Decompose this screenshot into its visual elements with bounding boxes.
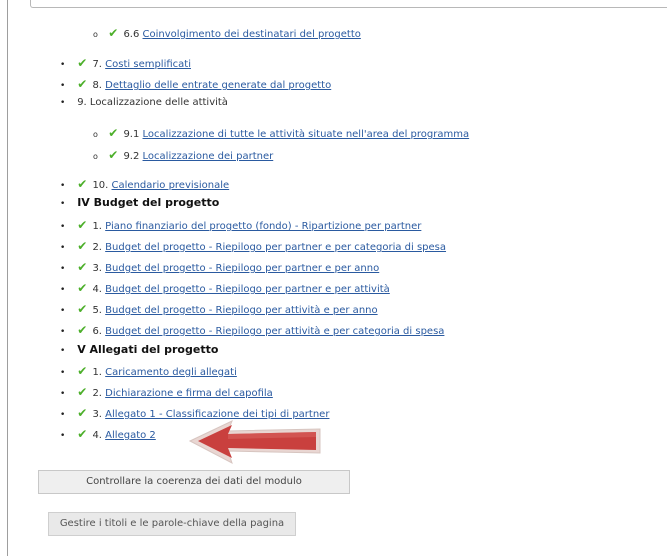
- item-number: 9.2: [123, 151, 140, 162]
- item-number: 6.: [92, 326, 102, 337]
- top-panel-edge: [30, 0, 667, 8]
- list-item-budget-2: • ✔ 2. Budget del progetto - Riepilogo p…: [60, 239, 446, 253]
- sub-bullet: o: [93, 130, 98, 139]
- link-allegato-2[interactable]: Allegato 2: [105, 430, 156, 441]
- bullet: •: [60, 264, 66, 274]
- list-item-allegati-4: • ✔ 4. Allegato 2: [60, 427, 156, 441]
- check-icon: ✔: [77, 302, 88, 316]
- left-frame-border: [7, 0, 8, 556]
- item-number: 7.: [92, 59, 102, 70]
- link-localizzazione-attivita[interactable]: Localizzazione di tutte le attività situ…: [143, 129, 470, 140]
- section-heading-allegati: • V Allegati del progetto: [60, 343, 218, 357]
- bullet: •: [60, 285, 66, 295]
- bullet: •: [60, 327, 66, 337]
- list-item-6-6: o ✔ 6.6 Coinvolgimento dei destinatari d…: [93, 26, 361, 40]
- item-number: 1.: [92, 367, 102, 378]
- link-calendario[interactable]: Calendario previsionale: [112, 180, 230, 191]
- bullet: •: [60, 306, 66, 316]
- bullet: •: [60, 199, 66, 209]
- link-piano-finanziario[interactable]: Piano finanziario del progetto (fondo) -…: [105, 221, 421, 232]
- list-item-9-2: o ✔ 9.2 Localizzazione dei partner: [93, 148, 273, 162]
- item-number: 4.: [92, 284, 102, 295]
- check-icon: ✔: [77, 239, 88, 253]
- check-icon: ✔: [77, 177, 88, 191]
- section-title: V Allegati del progetto: [77, 343, 219, 356]
- list-item-8: • ✔ 8. Dettaglio delle entrate generate …: [60, 77, 331, 91]
- link-dettaglio-entrate[interactable]: Dettaglio delle entrate generate dal pro…: [105, 80, 331, 91]
- link-dichiarazione-firma[interactable]: Dichiarazione e firma del capofila: [105, 388, 273, 399]
- check-icon: ✔: [108, 148, 119, 162]
- link-localizzazione-partner[interactable]: Localizzazione dei partner: [143, 151, 274, 162]
- item-number: 4.: [92, 430, 102, 441]
- check-icon: ✔: [77, 364, 88, 378]
- bullet: •: [60, 389, 66, 399]
- bullet: •: [60, 368, 66, 378]
- item-number: 2.: [92, 242, 102, 253]
- link-budget-partner-attivita[interactable]: Budget del progetto - Riepilogo per part…: [105, 284, 390, 295]
- bullet: •: [60, 346, 66, 356]
- list-item-allegati-2: • ✔ 2. Dichiarazione e firma del capofil…: [60, 385, 273, 399]
- link-budget-attivita-categoria[interactable]: Budget del progetto - Riepilogo per atti…: [105, 326, 444, 337]
- list-item-9-1: o ✔ 9.1 Localizzazione di tutte le attiv…: [93, 126, 469, 140]
- link-budget-partner-anno[interactable]: Budget del progetto - Riepilogo per part…: [105, 263, 379, 274]
- item-number: 9.1: [123, 129, 140, 140]
- item-number: 9.: [77, 97, 87, 108]
- bullet: •: [60, 181, 66, 191]
- bullet: •: [60, 60, 66, 70]
- bullet: •: [60, 98, 66, 108]
- manage-titles-button[interactable]: Gestire i titoli e le parole-chiave dell…: [48, 512, 296, 536]
- link-budget-partner-categoria[interactable]: Budget del progetto - Riepilogo per part…: [105, 242, 446, 253]
- sub-bullet: o: [93, 152, 98, 161]
- bullet: •: [60, 222, 66, 232]
- item-number: 3.: [92, 409, 102, 420]
- check-icon: ✔: [77, 406, 88, 420]
- link-costi-semplificati[interactable]: Costi semplificati: [105, 59, 191, 70]
- item-number: 1.: [92, 221, 102, 232]
- link-caricamento-allegati[interactable]: Caricamento degli allegati: [105, 367, 237, 378]
- bullet: •: [60, 81, 66, 91]
- item-number: 10.: [92, 180, 109, 191]
- list-item-10: • ✔ 10. Calendario previsionale: [60, 177, 229, 191]
- list-item-allegati-1: • ✔ 1. Caricamento degli allegati: [60, 364, 237, 378]
- item-number: 6.6: [123, 29, 140, 40]
- check-icon: ✔: [77, 77, 88, 91]
- bullet: •: [60, 243, 66, 253]
- section-heading-budget: • IV Budget del progetto: [60, 196, 219, 210]
- list-item-budget-6: • ✔ 6. Budget del progetto - Riepilogo p…: [60, 323, 444, 337]
- item-number: 5.: [92, 305, 102, 316]
- item-label: Localizzazione delle attività: [89, 97, 228, 108]
- item-number: 2.: [92, 388, 102, 399]
- list-item-budget-3: • ✔ 3. Budget del progetto - Riepilogo p…: [60, 260, 379, 274]
- link-coinvolgimento[interactable]: Coinvolgimento dei destinatari del proge…: [143, 29, 361, 40]
- check-icon: ✔: [77, 56, 88, 70]
- check-icon: ✔: [77, 323, 88, 337]
- check-icon: ✔: [77, 385, 88, 399]
- bullet: •: [60, 410, 66, 420]
- check-icon: ✔: [108, 126, 119, 140]
- check-icon: ✔: [108, 26, 119, 40]
- bullet: •: [60, 431, 66, 441]
- list-item-budget-4: • ✔ 4. Budget del progetto - Riepilogo p…: [60, 281, 390, 295]
- list-item-9: • 9. Localizzazione delle attività: [60, 96, 228, 110]
- item-number: 3.: [92, 263, 102, 274]
- list-item-budget-1: • ✔ 1. Piano finanziario del progetto (f…: [60, 218, 421, 232]
- link-budget-attivita-anno[interactable]: Budget del progetto - Riepilogo per atti…: [105, 305, 377, 316]
- check-icon: ✔: [77, 260, 88, 274]
- check-icon: ✔: [77, 427, 88, 441]
- sub-bullet: o: [93, 30, 98, 39]
- list-item-allegati-3: • ✔ 3. Allegato 1 - Classificazione dei …: [60, 406, 329, 420]
- check-consistency-button[interactable]: Controllare la coerenza dei dati del mod…: [38, 470, 350, 494]
- item-number: 8.: [92, 80, 102, 91]
- list-item-budget-5: • ✔ 5. Budget del progetto - Riepilogo p…: [60, 302, 378, 316]
- check-icon: ✔: [77, 281, 88, 295]
- list-item-7: • ✔ 7. Costi semplificati: [60, 56, 191, 70]
- left-arrow-icon: [188, 419, 321, 465]
- section-title: IV Budget del progetto: [77, 196, 220, 209]
- check-icon: ✔: [77, 218, 88, 232]
